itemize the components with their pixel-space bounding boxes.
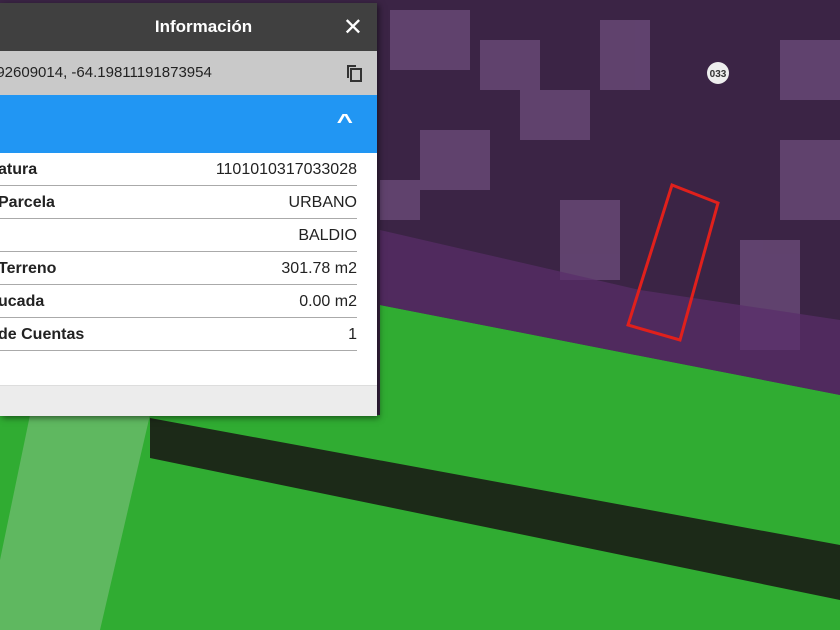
row-label: de Cuentas xyxy=(0,325,85,343)
row-label: atura xyxy=(0,160,38,178)
parcel-marker[interactable]: 033 xyxy=(707,62,729,84)
panel-header: Información ✕ xyxy=(0,3,377,51)
table-row: ucada 0.00 m2 xyxy=(0,286,357,318)
row-value: 1101010317033028 xyxy=(215,160,357,178)
row-value: BALDIO xyxy=(298,226,357,244)
info-panel: Información ✕ 992609014, -64.19811191873… xyxy=(0,3,377,416)
coordinates-row: 992609014, -64.19811191873954 xyxy=(0,51,377,95)
table-row: Parcela URBANO xyxy=(0,187,357,219)
close-icon[interactable]: ✕ xyxy=(343,13,363,42)
row-label: Parcela xyxy=(0,193,55,211)
row-value: 0.00 m2 xyxy=(299,292,357,310)
coordinates-text: 992609014, -64.19811191873954 xyxy=(0,64,212,81)
table-row: de Cuentas 1 xyxy=(0,319,357,351)
row-value: 1 xyxy=(348,325,357,343)
row-value: 301.78 m2 xyxy=(281,259,357,277)
table-row: Terreno 301.78 m2 xyxy=(0,253,357,285)
table-row: BALDIO xyxy=(0,220,357,252)
attribute-table: atura 1101010317033028 Parcela URBANO BALD… xyxy=(0,154,377,351)
copy-icon[interactable] xyxy=(345,63,363,83)
panel-title: Información xyxy=(154,17,253,36)
row-label: ucada xyxy=(0,292,45,310)
svg-text:033: 033 xyxy=(710,69,727,80)
row-value: URBANO xyxy=(288,193,357,211)
chevron-up-icon[interactable]: ^ xyxy=(337,111,353,134)
row-label: Terreno xyxy=(0,259,57,277)
panel-footer xyxy=(0,385,377,416)
table-row: atura 1101010317033028 xyxy=(0,154,357,186)
section-header[interactable]: ^ xyxy=(0,95,377,153)
